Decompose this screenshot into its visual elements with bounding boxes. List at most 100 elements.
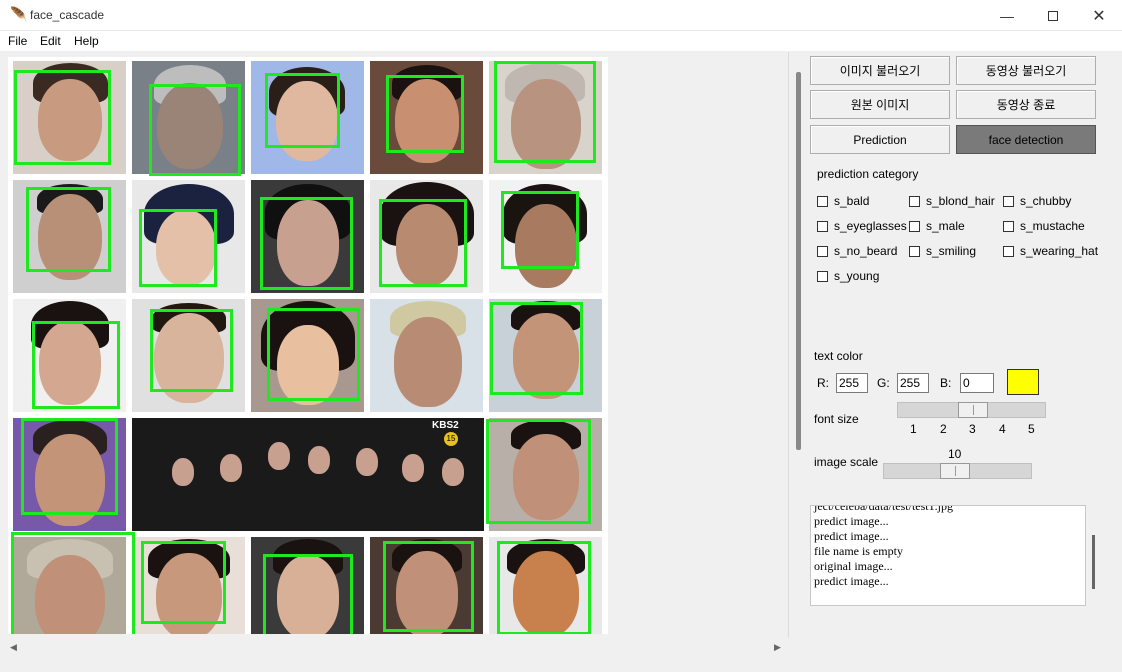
window-title: face_cascade (30, 8, 105, 22)
maximize-button[interactable] (1030, 0, 1076, 31)
original-image-button[interactable]: 원본 이미지 (810, 90, 950, 119)
font-size-slider-handle[interactable] (957, 402, 988, 418)
image-scale-value: 10 (948, 447, 962, 461)
vertical-scrollbar-thumb[interactable] (796, 72, 801, 450)
checkbox-s-young[interactable]: s_young (817, 269, 879, 283)
feather-icon: 🪶 (10, 6, 28, 22)
face-detection-box (11, 532, 135, 634)
face-detection-box (141, 541, 226, 624)
horizontal-scrollbar[interactable]: ◀ ▶ (0, 638, 788, 658)
log-line: predict image... (814, 514, 889, 528)
image-scale-label: image scale (814, 455, 879, 469)
load-video-button[interactable]: 동영상 불러오기 (956, 56, 1096, 85)
face-detection-box (26, 187, 111, 272)
face-detection-box (149, 84, 241, 176)
b-label: B: (940, 376, 952, 390)
checkbox-box[interactable] (1003, 195, 1014, 207)
log-line: original image... (814, 559, 893, 573)
checkbox-box[interactable] (909, 245, 920, 257)
log-line: file name is empty (814, 544, 903, 558)
b-input[interactable] (960, 373, 994, 393)
log-scrollbar[interactable] (1092, 535, 1095, 589)
group-photo: KBS2 15 (132, 418, 484, 531)
checkbox-s-mustache[interactable]: s_mustache (1003, 219, 1085, 233)
checkbox-label: s_wearing_hat (1020, 244, 1099, 258)
log-line: predict image... (814, 574, 889, 588)
checkbox-label: s_smiling (926, 244, 977, 258)
load-image-button[interactable]: 이미지 불러오기 (810, 56, 950, 85)
checkbox-box[interactable] (817, 270, 828, 282)
checkbox-box[interactable] (817, 245, 828, 257)
menu-help[interactable]: Help (74, 34, 99, 48)
face-detection-box (150, 309, 233, 392)
face-detection-box (501, 191, 579, 269)
r-input[interactable] (836, 373, 868, 393)
face-detection-box (32, 321, 120, 409)
face-detection-button[interactable]: face detection (956, 125, 1096, 154)
font-size-tick: 5 (1028, 422, 1035, 436)
face-detection-box (139, 209, 217, 287)
face-detection-box (490, 302, 583, 395)
checkbox-s-blond-hair[interactable]: s_blond_hair (909, 194, 995, 208)
font-size-tick: 4 (999, 422, 1006, 436)
checkbox-label: s_chubby (1020, 194, 1072, 208)
menu-edit[interactable]: Edit (40, 34, 61, 48)
checkbox-box[interactable] (1003, 220, 1014, 232)
title-bar: 🪶 face_cascade — ✕ (0, 0, 1122, 31)
face-detection-box (265, 73, 340, 148)
text-color-label: text color (814, 349, 863, 363)
g-input[interactable] (897, 373, 929, 393)
checkbox-s-male[interactable]: s_male (909, 219, 965, 233)
face-detection-box (383, 541, 474, 632)
face-detection-box (497, 541, 591, 634)
checkbox-box[interactable] (909, 195, 920, 207)
checkbox-box[interactable] (817, 195, 828, 207)
checkbox-s-bald[interactable]: s_bald (817, 194, 869, 208)
log-output[interactable]: ject/celeba/data/test/test1.jpg predict … (810, 505, 1086, 606)
checkbox-s-chubby[interactable]: s_chubby (1003, 194, 1071, 208)
face-detection-box (379, 199, 467, 287)
face-detection-box (263, 554, 353, 634)
checkbox-label: s_no_beard (834, 244, 898, 258)
broadcast-logo: KBS2 (432, 420, 459, 431)
checkbox-s-eyeglasses[interactable]: s_eyeglasses (817, 219, 907, 233)
prediction-category-label: prediction category (817, 167, 919, 181)
face-detection-box (21, 418, 118, 515)
minimize-button[interactable]: — (984, 0, 1030, 31)
image-scale-slider[interactable] (883, 463, 1032, 479)
face-photo (370, 299, 483, 412)
checkbox-s-smiling[interactable]: s_smiling (909, 244, 976, 258)
font-size-tick: 1 (910, 422, 917, 436)
close-button[interactable]: ✕ (1076, 0, 1122, 31)
face-detection-box (494, 61, 596, 163)
face-detection-box (486, 419, 591, 524)
image-scale-slider-handle[interactable] (940, 463, 970, 479)
checkbox-s-no-beard[interactable]: s_no_beard (817, 244, 897, 258)
checkbox-box[interactable] (909, 220, 920, 232)
face-detection-box (267, 308, 360, 401)
scroll-right-icon[interactable]: ▶ (774, 642, 781, 653)
checkbox-label: s_male (926, 219, 965, 233)
face-detection-box (386, 75, 464, 153)
panel-divider (788, 52, 789, 638)
g-label: G: (877, 376, 890, 390)
menu-file[interactable]: File (8, 34, 27, 48)
checkbox-label: s_blond_hair (926, 194, 995, 208)
font-size-tick: 2 (940, 422, 947, 436)
stop-video-button[interactable]: 동영상 종료 (956, 90, 1096, 119)
scroll-left-icon[interactable]: ◀ (10, 642, 17, 653)
checkbox-label: s_mustache (1020, 219, 1085, 233)
color-swatch[interactable] (1007, 369, 1039, 395)
log-line: ject/celeba/data/test/test1.jpg (814, 505, 953, 513)
channel-badge: 15 (444, 432, 458, 446)
font-size-slider[interactable] (897, 402, 1046, 418)
log-line: predict image... (814, 529, 889, 543)
face-detection-box (14, 70, 111, 165)
image-canvas[interactable]: KBS2 15 (8, 57, 608, 634)
maximize-icon (1048, 10, 1058, 21)
checkbox-s-wearing-hat[interactable]: s_wearing_hat (1003, 244, 1098, 258)
checkbox-box[interactable] (817, 220, 828, 232)
checkbox-box[interactable] (1003, 245, 1014, 257)
prediction-button[interactable]: Prediction (810, 125, 950, 154)
checkbox-label: s_young (834, 269, 880, 283)
